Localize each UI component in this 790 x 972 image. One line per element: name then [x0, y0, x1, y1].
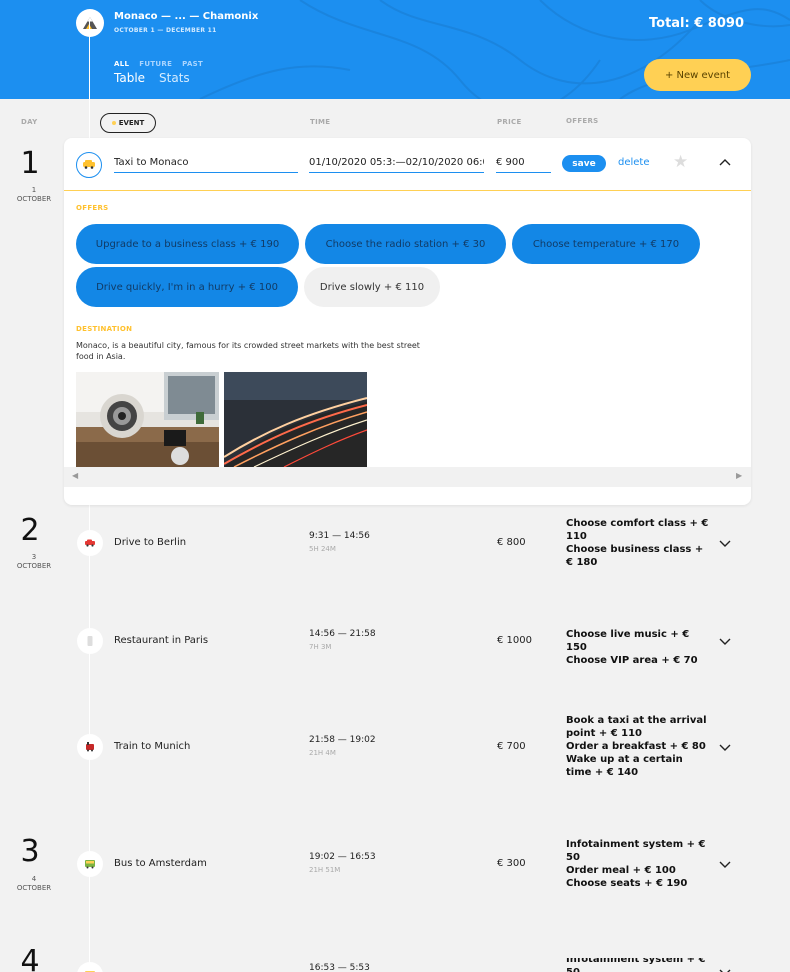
destination-photo: [224, 372, 367, 467]
event-duration: 21H 4M: [309, 749, 336, 757]
event-offers: Infotainment system + € 50: [566, 958, 711, 972]
offer-item: Infotainment system + € 50: [566, 839, 706, 863]
bus-icon: [77, 962, 103, 972]
offer-item: Infotainment system + € 50: [566, 958, 706, 972]
chevron-down-icon[interactable]: [719, 858, 731, 870]
event-name: Train to Munich: [114, 741, 191, 752]
destination-photo: [76, 372, 219, 467]
column-day[interactable]: DAY: [21, 118, 38, 126]
chevron-down-icon[interactable]: [719, 741, 731, 753]
event-time: 19:02 — 16:53: [309, 852, 376, 862]
event-time: 21:58 — 19:02: [309, 735, 376, 745]
event-duration: 5H 24M: [309, 545, 336, 553]
bus-icon: [77, 851, 103, 877]
new-event-button[interactable]: + New event: [644, 59, 751, 91]
day-date-num: 1: [31, 186, 37, 194]
offer-item: Book a taxi at the arrival point + € 110: [566, 715, 707, 739]
event-row: 16:53 — 5:53 Infotainment system + € 50: [0, 958, 790, 972]
column-price[interactable]: PRICE: [497, 118, 522, 126]
scroll-left-icon[interactable]: ◀: [72, 471, 78, 480]
offer-item: Order a breakfast + € 80: [566, 741, 706, 752]
event-offers: Book a taxi at the arrival point + € 110…: [566, 714, 711, 779]
filter-past[interactable]: PAST: [182, 60, 203, 68]
event-row: Bus to Amsterdam 19:02 — 16:53 21H 51M €…: [0, 839, 790, 889]
favorite-star-icon[interactable]: ★: [673, 152, 688, 172]
train-icon: [77, 734, 103, 760]
offer-item: Choose comfort class + € 110: [566, 518, 709, 542]
destination-description: Monaco, is a beautiful city, famous for …: [76, 341, 420, 361]
event-price: € 1000: [497, 635, 532, 646]
scroll-right-icon[interactable]: ▶: [736, 471, 742, 480]
event-name: Bus to Amsterdam: [114, 858, 207, 869]
offer-item: Choose seats + € 190: [566, 878, 688, 889]
restaurant-icon: [77, 628, 103, 654]
event-duration: 7H 3M: [309, 643, 332, 651]
delete-button[interactable]: delete: [618, 157, 650, 168]
taxi-icon: [82, 159, 96, 172]
day-number: 1: [20, 146, 40, 181]
event-time: 9:31 — 14:56: [309, 531, 370, 541]
logo-icon: [76, 9, 104, 37]
event-type-toggle[interactable]: [76, 152, 102, 178]
trip-total: Total: € 8090: [649, 16, 744, 31]
event-row: Drive to Berlin 9:31 — 14:56 5H 24M € 80…: [0, 517, 790, 580]
event-price: € 800: [497, 537, 526, 548]
event-row: Restaurant in Paris 14:56 — 21:58 7H 3M …: [0, 627, 790, 666]
destination-section-label: DESTINATION: [76, 325, 133, 333]
offer-item: Wake up at a certain time + € 140: [566, 754, 683, 778]
trip-dates: OCTOBER 1 — DECEMBER 11: [114, 27, 217, 34]
car-icon: [77, 530, 103, 556]
event-edit-header: Taxi to Monaco 01/10/2020 05:3:—02/10/20…: [64, 138, 751, 191]
tab-table[interactable]: Table: [114, 71, 145, 85]
column-time[interactable]: TIME: [310, 118, 330, 126]
tab-stats[interactable]: Stats: [159, 71, 190, 85]
event-price-input[interactable]: € 900: [496, 155, 551, 173]
event-offers: Choose comfort class + € 110 Choose busi…: [566, 517, 711, 569]
event-name: Restaurant in Paris: [114, 635, 209, 646]
offer-item: Order meal + € 100: [566, 865, 676, 876]
column-offers: OFFERS: [566, 117, 599, 125]
trip-header: Monaco — ... — Chamonix OCTOBER 1 — DECE…: [0, 0, 790, 99]
filter-tabs: ALL FUTURE PAST: [114, 60, 203, 68]
offer-item: Choose VIP area + € 70: [566, 655, 698, 666]
column-event-sort[interactable]: EVENT: [100, 113, 156, 133]
offer-option[interactable]: Drive quickly, I'm in a hurry + € 100: [76, 267, 298, 307]
filter-all[interactable]: ALL: [114, 60, 129, 68]
event-time: 14:56 — 21:58: [309, 629, 376, 639]
chevron-down-icon[interactable]: [719, 537, 731, 549]
offer-option[interactable]: Choose the radio station + € 30: [305, 224, 506, 264]
chevron-down-icon[interactable]: [719, 966, 731, 972]
event-time: 16:53 — 5:53: [309, 963, 370, 972]
filter-future[interactable]: FUTURE: [139, 60, 172, 68]
sort-dot-icon: [111, 121, 116, 125]
event-edit-form: Taxi to Monaco 01/10/2020 05:3:—02/10/20…: [64, 138, 751, 505]
destination-input[interactable]: Taxi to Monaco: [114, 155, 298, 173]
event-price: € 700: [497, 741, 526, 752]
event-price: € 300: [497, 858, 526, 869]
event-offers: Choose live music + € 150 Choose VIP are…: [566, 628, 711, 667]
event-offers: Infotainment system + € 50 Order meal + …: [566, 838, 711, 890]
offer-item: Choose business class + € 180: [566, 544, 704, 568]
offer-option[interactable]: Drive slowly + € 110: [304, 267, 440, 307]
event-duration: 21H 51M: [309, 866, 341, 874]
trip-title: Monaco — ... — Chamonix: [114, 11, 259, 22]
chevron-up-icon[interactable]: [719, 157, 731, 169]
offers-section-label: OFFERS: [76, 204, 109, 212]
offer-item: Choose live music + € 150: [566, 629, 690, 653]
day-month: OCTOBER: [16, 195, 52, 203]
event-name: Drive to Berlin: [114, 537, 187, 548]
event-row: Train to Munich 21:58 — 19:02 21H 4M € 7…: [0, 715, 790, 778]
chevron-down-icon[interactable]: [719, 635, 731, 647]
view-tabs: Table Stats: [114, 71, 190, 85]
photos-scrollbar[interactable]: ◀ ▶: [64, 467, 751, 487]
day-month: OCTOBER: [16, 884, 52, 892]
event-time-input[interactable]: 01/10/2020 05:3:—02/10/2020 06:0: [309, 155, 484, 173]
day-date: 1 OCTOBER: [4, 186, 64, 204]
save-button[interactable]: save: [562, 155, 606, 172]
column-event-label: EVENT: [118, 119, 145, 127]
offer-option[interactable]: Upgrade to a business class + € 190: [76, 224, 299, 264]
offer-option[interactable]: Choose temperature + € 170: [512, 224, 700, 264]
